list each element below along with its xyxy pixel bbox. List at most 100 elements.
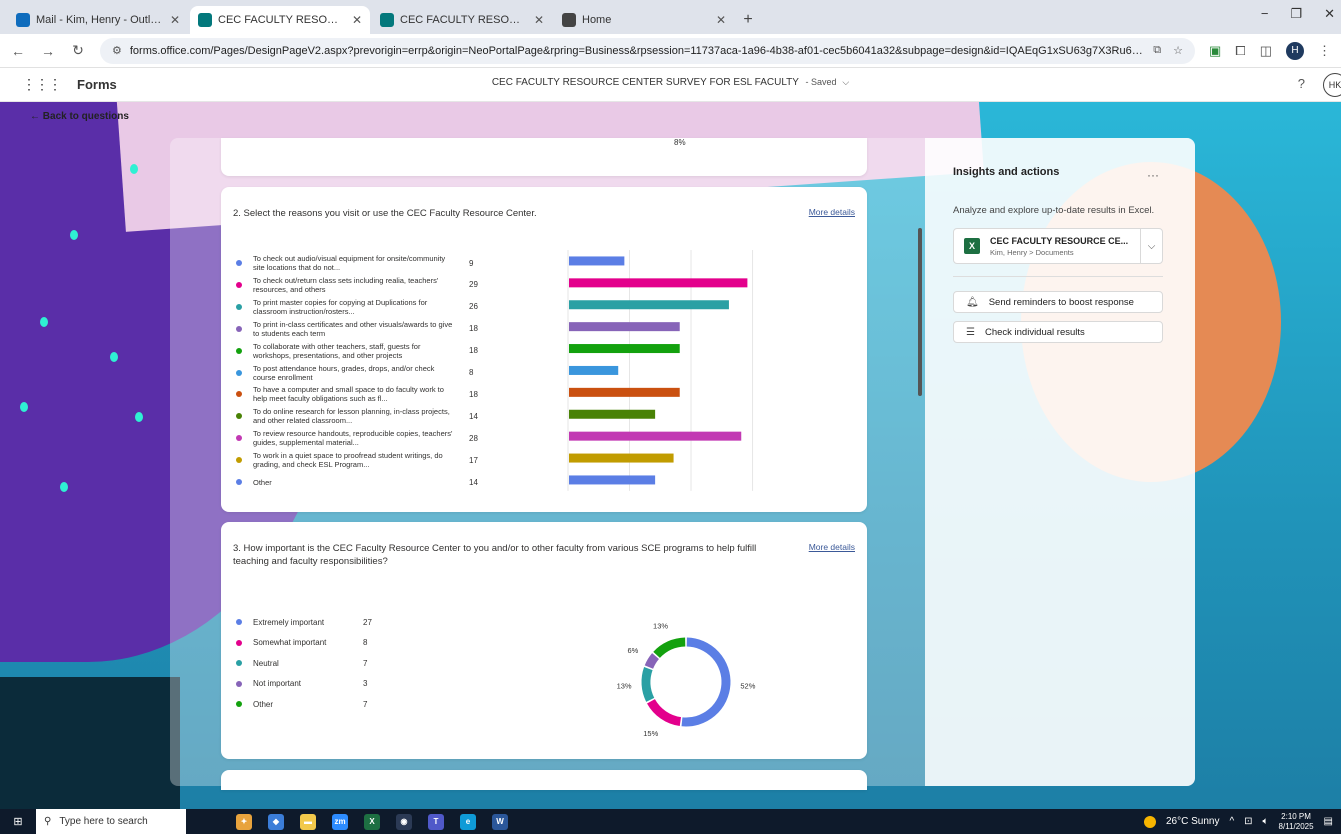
- donut-slice: [641, 667, 655, 702]
- profile-avatar[interactable]: H: [1286, 41, 1304, 60]
- donut-percent-label: 15%: [643, 729, 658, 738]
- legend-color-dot: [236, 413, 242, 420]
- back-arrow-icon: ←: [30, 111, 43, 122]
- excel-file-path: Kim, Henry > Documents: [990, 247, 1074, 257]
- word-icon[interactable]: W: [492, 813, 508, 830]
- forms-header: ⋮⋮⋮ Forms CEC FACULTY RESOURCE CENTER SU…: [0, 68, 1341, 102]
- teams-meeting-icon[interactable]: ◆: [268, 813, 284, 830]
- extensions-puzzle-icon[interactable]: ⧠: [1235, 43, 1245, 59]
- close-tab-icon[interactable]: ✕: [352, 13, 362, 27]
- clock[interactable]: 2:10 PM 8/11/2025: [1279, 812, 1314, 832]
- legend-label: Somewhat important: [253, 638, 327, 647]
- question-card-2: 2. Select the reasons you visit or use t…: [221, 187, 867, 512]
- legend-count: 14: [469, 411, 478, 421]
- legend-label: To print in-class certificates and other…: [253, 319, 453, 338]
- forward-arrow-icon[interactable]: →: [40, 43, 56, 59]
- legend-count: 18: [469, 346, 478, 356]
- legend-count: 7: [363, 699, 368, 709]
- more-details-link-q2[interactable]: More details: [809, 207, 855, 217]
- form-title[interactable]: CEC FACULTY RESOURCE CENTER SURVEY FOR E…: [492, 77, 799, 88]
- reload-icon[interactable]: ↻: [70, 42, 86, 59]
- browser-tab[interactable]: Home ✕: [554, 6, 734, 34]
- user-avatar[interactable]: HK: [1323, 73, 1341, 97]
- bar: [569, 475, 656, 485]
- bar: [569, 322, 680, 332]
- legend-count: 18: [469, 389, 478, 399]
- legend-item: Not important 3: [233, 674, 433, 694]
- question-card-3: 3. How important is the CEC Faculty Reso…: [221, 522, 867, 759]
- legend-count: 3: [363, 679, 368, 688]
- bookmark-star-icon[interactable]: ☆: [1173, 44, 1183, 57]
- browser-tab[interactable]: CEC FACULTY RESOURCE CENT ✕: [372, 6, 552, 34]
- install-app-icon[interactable]: ⧉: [1153, 44, 1161, 57]
- clock-date: 8/11/2025: [1278, 821, 1314, 831]
- legend-item: To do online research for lesson plannin…: [233, 405, 483, 427]
- more-details-link-q3[interactable]: More details: [809, 542, 855, 552]
- browser-tab-strip: Mail - Kim, Henry - Outlook ✕ CEC FACULTY …: [0, 0, 1341, 34]
- results-scrollbar[interactable]: [918, 228, 922, 396]
- url-bar[interactable]: ⚙ forms.office.com/Pages/DesignPageV2.as…: [100, 37, 1195, 64]
- file-explorer-icon[interactable]: ▬: [300, 813, 316, 830]
- notifications-icon[interactable]: ▤: [1324, 816, 1333, 827]
- new-tab-icon[interactable]: +: [736, 6, 760, 34]
- legend-count: 7: [363, 658, 368, 668]
- volume-icon[interactable]: 🔈︎: [1263, 816, 1269, 827]
- check-individual-results-button[interactable]: ☰ Check individual results: [953, 321, 1163, 343]
- teams-icon[interactable]: T: [428, 813, 444, 830]
- legend-color-dot: [236, 680, 242, 687]
- close-tab-icon[interactable]: ✕: [170, 13, 180, 27]
- chevron-down-icon[interactable]: ⌵: [1140, 229, 1162, 263]
- close-tab-icon[interactable]: ✕: [534, 13, 544, 27]
- excel-file-card[interactable]: X CEC FACULTY RESOURCE CE... Kim, Henry …: [953, 228, 1163, 264]
- saved-status: - Saved: [805, 77, 837, 87]
- partial-percent-label: 8%: [674, 138, 686, 147]
- legend-color-dot: [236, 479, 242, 485]
- form-title-area: CEC FACULTY RESOURCE CENTER SURVEY FOR E…: [0, 77, 1341, 88]
- send-reminders-button[interactable]: 🔔︎ Send reminders to boost response: [953, 291, 1163, 313]
- close-window-icon[interactable]: ✕: [1324, 6, 1335, 22]
- bar: [569, 256, 625, 266]
- restore-icon[interactable]: ❐: [1290, 6, 1302, 22]
- copilot-icon[interactable]: ✦: [236, 813, 252, 830]
- network-icon[interactable]: ⊡: [1244, 816, 1252, 827]
- chevron-down-icon[interactable]: ⌵: [842, 77, 849, 87]
- extension-icon[interactable]: ▣: [1209, 43, 1221, 59]
- help-icon[interactable]: ?: [1298, 76, 1305, 91]
- minimize-icon[interactable]: −: [1261, 6, 1269, 22]
- browser-tab[interactable]: CEC FACULTY RESOURCE CENT ✕: [190, 6, 370, 34]
- legend-label: To collaborate with other teachers, staf…: [253, 341, 421, 360]
- legend-label: Extremely important: [253, 617, 325, 627]
- address-bar-row: ← → ↻ ⚙ forms.office.com/Pages/DesignPag…: [0, 34, 1341, 68]
- app-launcher-icon[interactable]: ⋮⋮⋮: [22, 76, 62, 93]
- more-options-icon[interactable]: ···: [1147, 168, 1159, 182]
- bg-dot: [20, 402, 28, 412]
- split-view-icon[interactable]: ◫: [1260, 43, 1272, 59]
- zoom-icon[interactable]: zm: [332, 813, 348, 830]
- chrome-icon[interactable]: ◉: [396, 813, 412, 830]
- weather-text[interactable]: 26°C Sunny: [1166, 816, 1219, 827]
- system-tray: 26°C Sunny ^ ⊡ 🔈︎ 2:10 PM 8/11/2025 ▤: [1143, 809, 1333, 834]
- back-arrow-icon[interactable]: ←: [10, 43, 26, 59]
- taskbar-search[interactable]: ⚲ Type here to search: [36, 809, 186, 834]
- edge-icon[interactable]: e: [460, 813, 476, 830]
- back-to-questions-link[interactable]: ← Back to questions: [30, 111, 129, 122]
- browser-menu-icon[interactable]: ⋮: [1318, 43, 1331, 59]
- bg-dot: [70, 230, 78, 240]
- bar: [569, 278, 748, 288]
- forms-app-name[interactable]: Forms: [77, 77, 117, 92]
- browser-tab[interactable]: Mail - Kim, Henry - Outlook ✕: [8, 6, 188, 34]
- legend-item: Somewhat important 8: [233, 633, 433, 653]
- legend-count: 14: [469, 477, 478, 487]
- windows-start-icon[interactable]: ⊞: [0, 815, 36, 828]
- site-info-icon[interactable]: ⚙: [112, 44, 122, 57]
- browser-tab-title: CEC FACULTY RESOURCE CENT: [400, 14, 528, 26]
- bg-dot: [40, 317, 48, 327]
- close-tab-icon[interactable]: ✕: [716, 13, 726, 27]
- excel-taskbar-icon[interactable]: X: [364, 813, 380, 830]
- chevron-up-icon[interactable]: ^: [1229, 816, 1234, 827]
- excel-file-name: CEC FACULTY RESOURCE CE...: [990, 235, 1129, 246]
- donut-slice: [653, 637, 686, 659]
- legend-item: Other 7: [233, 694, 433, 714]
- legend-item: To review resource handouts, reproducibl…: [233, 427, 483, 449]
- outlook-icon: [16, 13, 30, 27]
